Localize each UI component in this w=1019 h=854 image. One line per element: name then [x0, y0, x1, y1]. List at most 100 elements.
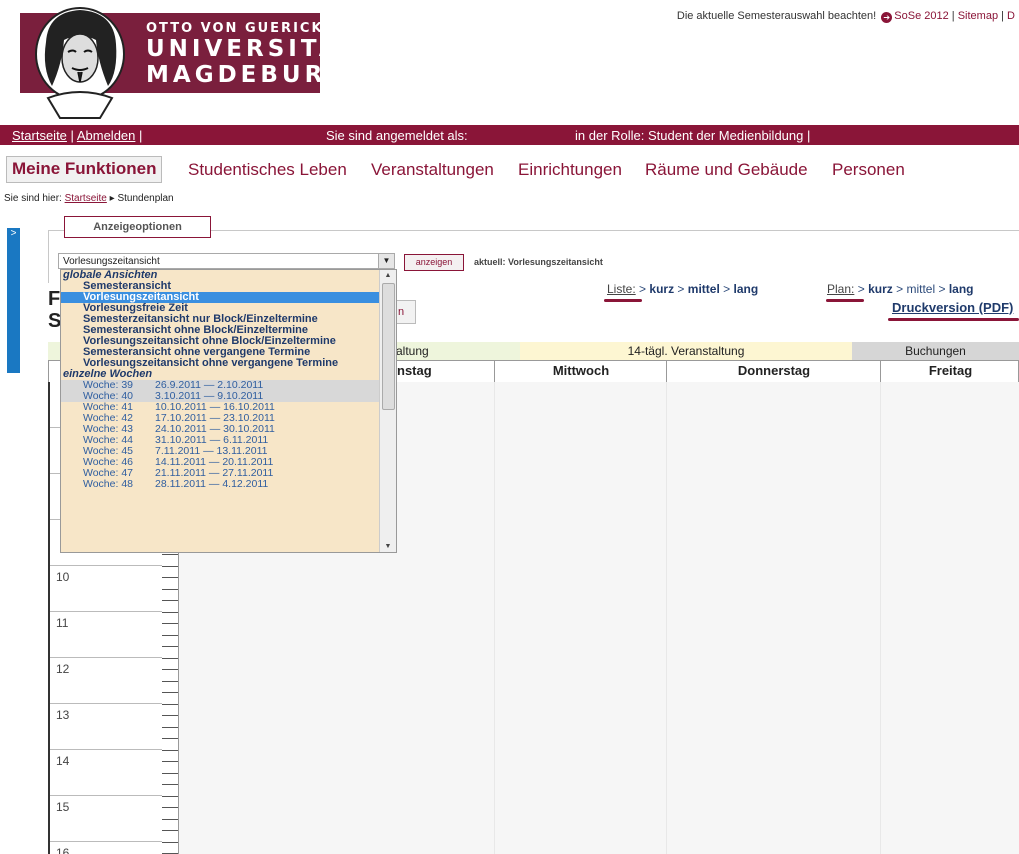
hour-row-14: 14: [50, 750, 162, 796]
chevron-down-icon[interactable]: ▼: [378, 254, 394, 268]
week-dates: 17.10.2011 — 23.10.2011: [155, 413, 275, 424]
quarter-tick: [162, 726, 178, 728]
liste-links: Liste: > kurz > mittel > lang: [607, 282, 758, 296]
quarter-tick: [162, 749, 178, 751]
logged-in-label: Sie sind angemeldet als:: [326, 128, 468, 143]
week-number: Woche: 39: [83, 380, 134, 391]
anzeigen-button[interactable]: anzeigen: [404, 254, 464, 271]
breadcrumb-prefix: Sie sind hier:: [4, 193, 62, 204]
quarter-tick: [162, 703, 178, 705]
nav-item-personen[interactable]: Personen: [832, 160, 905, 180]
breadcrumb-home-link[interactable]: Startseite: [65, 193, 107, 204]
hour-row-10: 10: [50, 566, 162, 612]
guericke-portrait-icon: [35, 7, 125, 119]
liste-mittel-link[interactable]: mittel: [688, 282, 720, 296]
dropdown-week-option[interactable]: Woche: 43 24.10.2011 — 30.10.2011: [61, 424, 380, 435]
quarter-tick: [162, 715, 178, 716]
dropdown-option[interactable]: Vorlesungszeitansicht ohne Block/Einzelt…: [61, 336, 380, 347]
nav-item-veranstaltungen[interactable]: Veranstaltungen: [371, 160, 494, 180]
quarter-tick: [162, 634, 178, 636]
truncated-link[interactable]: D: [1007, 10, 1015, 22]
dropdown-week-option[interactable]: Woche: 46 14.11.2011 — 20.11.2011: [61, 457, 380, 468]
view-select[interactable]: Vorlesungszeitansicht ▼: [58, 253, 395, 269]
breadcrumb-current: Stundenplan: [117, 193, 174, 204]
quarter-tick: [162, 565, 178, 567]
dropdown-option[interactable]: Vorlesungszeitansicht ohne vergangene Te…: [61, 358, 380, 369]
semester-link[interactable]: SoSe 2012: [894, 10, 948, 22]
dropdown-option-selected[interactable]: Vorlesungszeitansicht: [61, 292, 380, 303]
day-column[interactable]: [666, 382, 881, 854]
quarter-tick: [162, 761, 178, 762]
hour-label: 11: [56, 616, 69, 630]
plan-links: Plan: > kurz > mittel > lang: [827, 282, 974, 296]
hour-label: 15: [56, 800, 70, 814]
hour-row-11: 11: [50, 612, 162, 658]
quarter-tick: [162, 830, 178, 831]
hour-label: 10: [56, 570, 70, 584]
dropdown-option[interactable]: Semesteransicht ohne vergangene Termine: [61, 347, 380, 358]
liste-kurz-link[interactable]: kurz: [649, 282, 674, 296]
breadcrumb: Sie sind hier: Startseite ▸ Stundenplan: [4, 193, 174, 204]
dropdown-week-option[interactable]: Woche: 40 3.10.2011 — 9.10.2011: [61, 391, 380, 402]
dropdown-week-option[interactable]: Woche: 47 21.11.2011 — 27.11.2011: [61, 468, 380, 479]
top-bar: Startseite | Abmelden | Sie sind angemel…: [0, 125, 1019, 145]
druckversion-pdf-link[interactable]: Druckversion (PDF): [892, 300, 1013, 315]
scroll-up-icon[interactable]: ▲: [380, 272, 396, 279]
liste-lang-link[interactable]: lang: [734, 282, 759, 296]
side-panel-toggle[interactable]: >: [7, 228, 20, 373]
dropdown-week-option[interactable]: Woche: 42 17.10.2011 — 23.10.2011: [61, 413, 380, 424]
scrollbar-thumb[interactable]: [382, 283, 395, 410]
highlight-underline: [604, 299, 642, 302]
breadcrumb-arrow-icon: ▸: [109, 193, 115, 204]
day-header-donnerstag: Donnerstag: [666, 360, 881, 382]
plan-lang-link[interactable]: lang: [949, 282, 974, 296]
sitemap-link[interactable]: Sitemap: [958, 10, 998, 22]
separator: |: [1001, 10, 1004, 22]
dropdown-list: globale Ansichten Semesteransicht Vorles…: [61, 270, 380, 490]
quarter-tick: [162, 588, 178, 590]
dropdown-option[interactable]: Vorlesungsfreie Zeit: [61, 303, 380, 314]
view-select-dropdown[interactable]: globale Ansichten Semesteransicht Vorles…: [60, 269, 397, 553]
dropdown-option[interactable]: Semesteransicht: [61, 281, 380, 292]
scroll-down-icon[interactable]: ▼: [380, 543, 396, 550]
quarter-tick: [162, 807, 178, 808]
options-tab[interactable]: Anzeigeoptionen: [64, 216, 211, 238]
arrow: >: [938, 282, 946, 296]
liste-label: Liste:: [607, 282, 636, 296]
dropdown-week-option[interactable]: Woche: 48 28.11.2011 — 4.12.2011: [61, 479, 380, 490]
quarter-tick: [162, 841, 178, 843]
quarter-tick: [162, 772, 178, 774]
quarter-tick: [162, 623, 178, 624]
dropdown-option[interactable]: Semesteransicht ohne Block/Einzeltermine: [61, 325, 380, 336]
quarter-tick: [162, 680, 178, 682]
role-text: in der Rolle: Student der Medienbildung: [575, 128, 804, 143]
nav-item-studentisches-leben[interactable]: Studentisches Leben: [188, 160, 347, 180]
quarter-tick: [162, 646, 178, 647]
abmelden-link[interactable]: Abmelden: [77, 128, 136, 143]
view-select-value: Vorlesungszeitansicht: [63, 256, 160, 267]
nav-item-meine-funktionen[interactable]: Meine Funktionen: [6, 156, 162, 183]
nav-item-raeume-gebaeude[interactable]: Räume und Gebäude: [645, 160, 808, 180]
week-number: Woche: 46: [83, 457, 134, 468]
quarter-tick: [162, 657, 178, 659]
startseite-link[interactable]: Startseite: [12, 128, 67, 143]
day-column[interactable]: [880, 382, 1019, 854]
arrow: >: [639, 282, 647, 296]
plan-kurz-link[interactable]: kurz: [868, 282, 893, 296]
page-title-partial: F: [48, 288, 61, 310]
dropdown-scrollbar[interactable]: ▲ ▼: [379, 270, 396, 552]
arrow-right-circle-icon: ➔: [881, 12, 893, 23]
hour-label: 13: [56, 708, 70, 722]
nav-item-einrichtungen[interactable]: Einrichtungen: [518, 160, 622, 180]
dropdown-week-option[interactable]: Woche: 39 26.9.2011 — 2.10.2011: [61, 380, 380, 391]
day-header-freitag: Freitag: [880, 360, 1019, 382]
dropdown-week-option[interactable]: Woche: 41 10.10.2011 — 16.10.2011: [61, 402, 380, 413]
logo-text: OTTO VON GUERICKE UNIVERSITÄT MAGDEBURG: [146, 22, 358, 87]
dropdown-week-option[interactable]: Woche: 44 31.10.2011 — 6.11.2011: [61, 435, 380, 446]
hour-row-13: 13: [50, 704, 162, 750]
arrow: >: [857, 282, 865, 296]
dropdown-option[interactable]: Semesterzeitansicht nur Block/Einzelterm…: [61, 314, 380, 325]
day-column[interactable]: [494, 382, 667, 854]
plan-mittel-link[interactable]: mittel: [906, 282, 935, 296]
dropdown-week-option[interactable]: Woche: 45 7.11.2011 — 13.11.2011: [61, 446, 380, 457]
